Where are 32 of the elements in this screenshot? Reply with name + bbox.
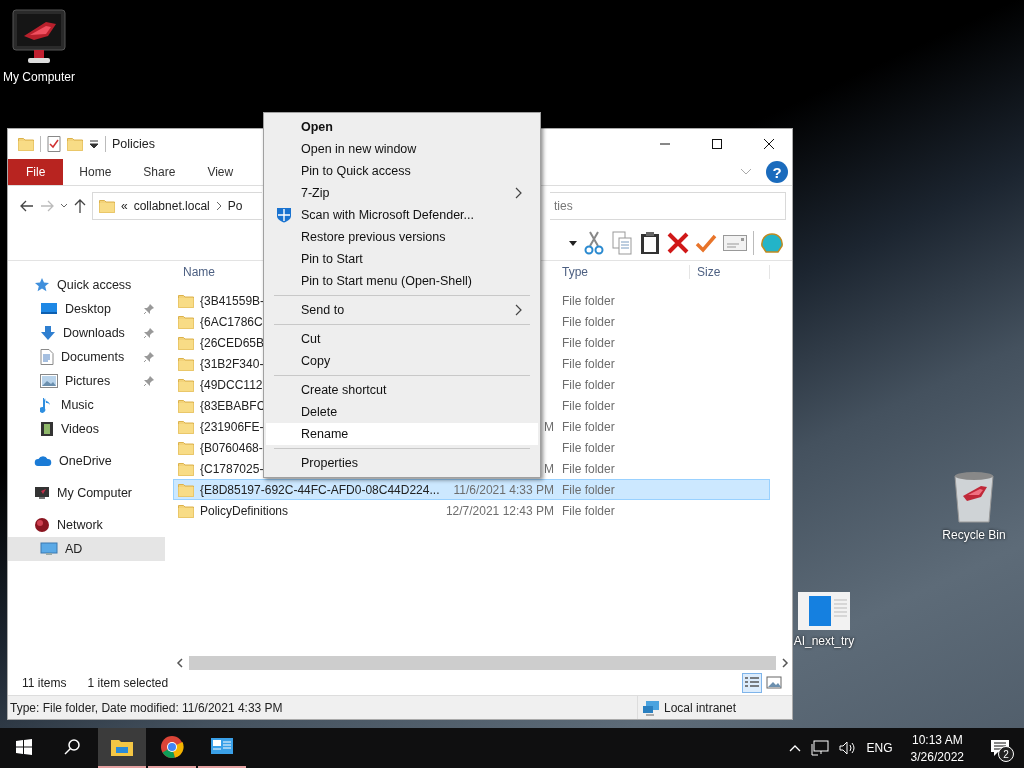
file-date: 12/7/2021 12:43 PM bbox=[445, 503, 554, 518]
file-name: {E8D85197-692C-44FC-AFD0-08C44D224... bbox=[200, 482, 440, 497]
file-type: File folder bbox=[561, 503, 616, 518]
file-type: File folder bbox=[561, 482, 616, 497]
selection-count: 1 item selected bbox=[87, 676, 169, 690]
file-name: {83EBABFC bbox=[200, 398, 266, 413]
file-type: File folder bbox=[561, 293, 616, 308]
file-date: M bbox=[544, 461, 554, 476]
file-name: {B0760468- bbox=[200, 440, 263, 455]
file-name: {C1787025- bbox=[200, 461, 264, 476]
file-type: File folder bbox=[561, 377, 616, 392]
file-type: File folder bbox=[561, 356, 616, 371]
file-name: {3B41559B- bbox=[200, 293, 265, 308]
file-name: {26CED65B bbox=[200, 335, 265, 350]
file-type: File folder bbox=[561, 440, 616, 455]
file-type: File folder bbox=[561, 461, 616, 476]
file-type: File folder bbox=[561, 335, 616, 350]
file-name: PolicyDefinitions bbox=[200, 503, 289, 518]
status-details: Type: File folder, Date modified: 11/6/2021 4:33 PM bbox=[10, 700, 283, 715]
file-name: {31B2F340- bbox=[200, 356, 264, 371]
file-name: {6AC1786C bbox=[200, 314, 263, 329]
item-count: 11 items bbox=[22, 676, 67, 690]
security-zone: Local intranet bbox=[664, 700, 737, 715]
file-type: File folder bbox=[561, 419, 616, 434]
window-title: Policies bbox=[112, 137, 156, 151]
file-name: {49DCC112 bbox=[200, 377, 263, 392]
file-date: 11/6/2021 4:33 PM bbox=[453, 482, 554, 497]
file-name: {231906FE- bbox=[200, 419, 264, 434]
file-date: M bbox=[544, 419, 554, 434]
file-type: File folder bbox=[561, 314, 616, 329]
file-type: File folder bbox=[561, 398, 616, 413]
notification-count: 2 bbox=[998, 746, 1014, 762]
